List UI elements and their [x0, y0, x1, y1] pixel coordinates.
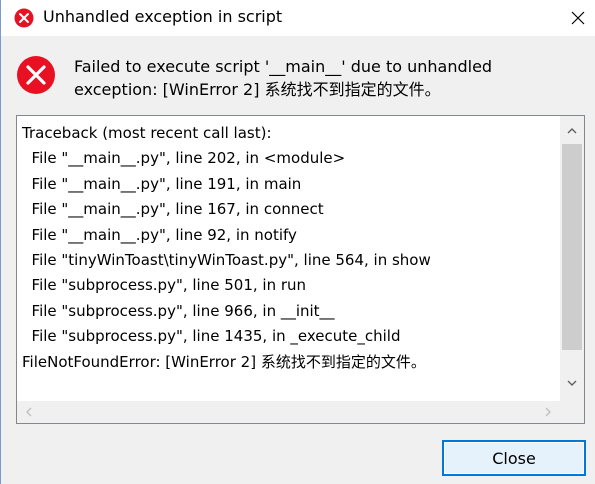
traceback-line: File "__main__.py", line 191, in main: [22, 174, 302, 193]
error-dialog: Unhandled exception in script Failed to …: [0, 0, 595, 484]
error-message: Failed to execute script '__main__' due …: [74, 55, 574, 101]
traceback-line: File "tinyWinToast\tinyWinToast.py", lin…: [22, 251, 431, 270]
error-message-line-2: exception: [WinError 2] 系统找不到指定的文件。: [74, 80, 441, 99]
error-icon: [14, 8, 34, 28]
scroll-left-button[interactable]: [17, 401, 41, 423]
traceback-line: File "__main__.py", line 167, in connect: [22, 200, 324, 219]
title-bar[interactable]: Unhandled exception in script: [1, 0, 595, 36]
window-title: Unhandled exception in script: [43, 7, 283, 26]
traceback-line: FileNotFoundError: [WinError 2] 系统找不到指定的…: [22, 352, 426, 371]
window-close-button[interactable]: [561, 0, 595, 36]
close-icon: [571, 11, 585, 25]
error-message-line-1: Failed to execute script '__main__' due …: [74, 57, 493, 76]
vertical-scroll-thumb[interactable]: [562, 144, 582, 350]
scroll-up-button[interactable]: [560, 120, 584, 142]
chevron-left-icon: [26, 407, 32, 417]
traceback-line: File "subprocess.py", line 501, in run: [22, 276, 307, 295]
horizontal-scrollbar[interactable]: [17, 401, 560, 423]
chevron-down-icon: [567, 380, 577, 386]
vertical-scrollbar[interactable]: [560, 116, 584, 402]
chevron-up-icon: [567, 128, 577, 134]
traceback-textbox[interactable]: Traceback (most recent call last): File …: [16, 115, 585, 424]
traceback-text[interactable]: Traceback (most recent call last): File …: [22, 121, 557, 375]
button-focus-border: [444, 442, 584, 474]
traceback-line: File "__main__.py", line 92, in notify: [22, 225, 297, 244]
scroll-down-button[interactable]: [560, 372, 584, 394]
scrollbar-corner: [560, 401, 584, 423]
traceback-line: File "__main__.py", line 202, in <module…: [22, 149, 346, 168]
traceback-line: Traceback (most recent call last):: [22, 124, 272, 142]
error-icon: [17, 56, 55, 94]
close-button[interactable]: Close: [442, 440, 586, 476]
chevron-right-icon: [545, 407, 551, 417]
traceback-line: File "subprocess.py", line 966, in __ini…: [22, 301, 335, 320]
scroll-right-button[interactable]: [536, 401, 560, 423]
traceback-line: File "subprocess.py", line 1435, in _exe…: [22, 327, 401, 346]
